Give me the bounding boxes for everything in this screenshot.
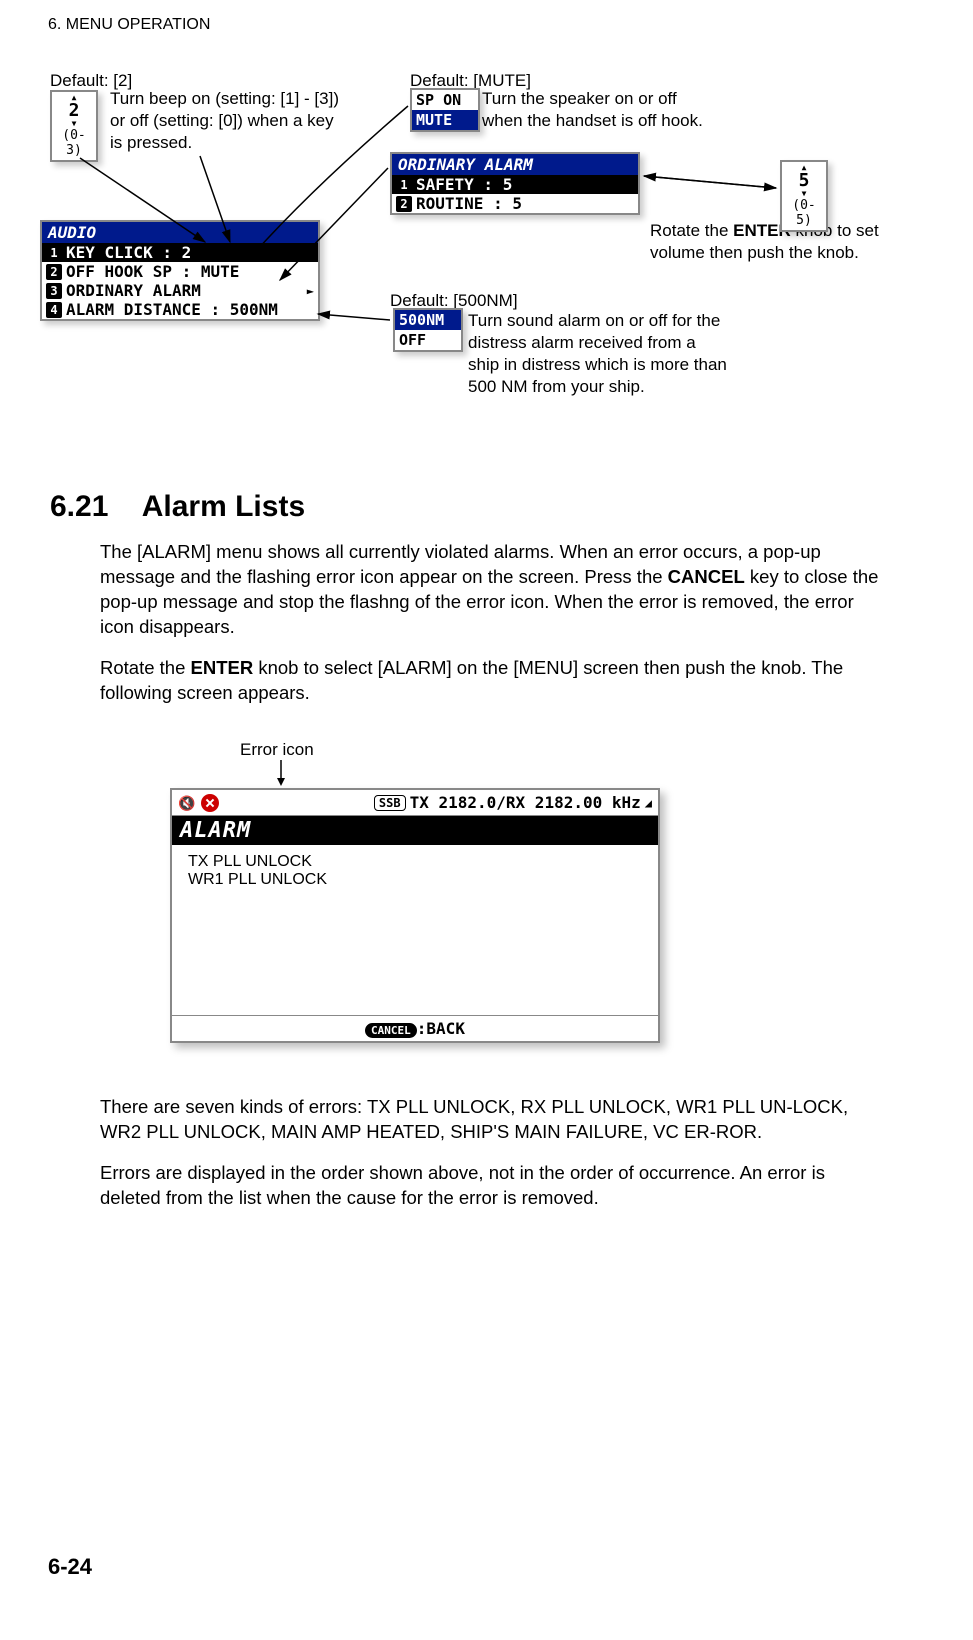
paragraph-1: The [ALARM] menu shows all currently vio… [100,540,880,640]
error-icon-arrow [277,760,307,790]
alarm-entry: WR1 PLL UNLOCK [188,871,642,889]
error-icon-label: Error icon [240,740,314,760]
page-number: 6-24 [48,1554,92,1580]
paragraph-2: Rotate the ENTER knob to select [ALARM] … [100,656,880,706]
chapter-header: 6. MENU OPERATION [48,16,210,34]
frequency-readout: TX 2182.0/RX 2182.00 kHz [410,793,641,812]
cancel-badge: CANCEL [365,1023,417,1038]
ssb-badge: SSB [374,795,406,811]
paragraph-4: Errors are displayed in the order shown … [100,1161,880,1211]
error-icon [201,794,219,812]
alarm-list: TX PLL UNLOCK WR1 PLL UNLOCK [172,845,658,1015]
speaker-mute-icon [178,793,195,812]
paragraph-3: There are seven kinds of errors: TX PLL … [100,1095,880,1145]
section-heading: 6.21 Alarm Lists [50,490,880,524]
alarm-title: ALARM [172,816,658,845]
alarm-screen: SSB TX 2182.0/RX 2182.00 kHz ◢ ALARM TX … [170,788,660,1043]
diagram-arrows [50,70,920,450]
signal-icon: ◢ [645,796,652,810]
audio-menu-diagram: Default: [2] Turn beep on (setting: [1] … [50,70,920,450]
section-body-2: There are seven kinds of errors: TX PLL … [100,1095,880,1227]
alarm-entry: TX PLL UNLOCK [188,853,642,871]
alarm-footer: CANCEL:BACK [172,1015,658,1041]
section-body: The [ALARM] menu shows all currently vio… [100,540,880,722]
